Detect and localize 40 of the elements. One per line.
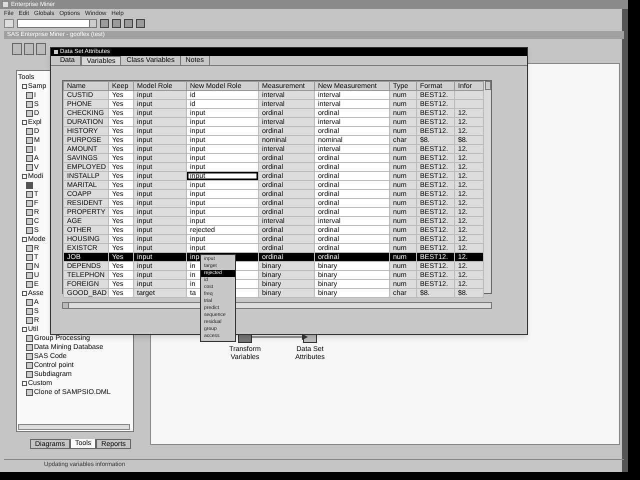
collapse-icon[interactable]	[22, 381, 27, 386]
collapse-icon[interactable]	[22, 291, 27, 296]
tool-icon[interactable]	[26, 146, 33, 153]
tool-icon[interactable]	[26, 254, 33, 261]
collapse-icon[interactable]	[22, 174, 27, 179]
tool-icon[interactable]	[26, 155, 33, 162]
tool-icon[interactable]	[26, 281, 33, 288]
tool-icon[interactable]	[26, 200, 33, 207]
command-field[interactable]	[17, 19, 97, 28]
tool-icon[interactable]	[26, 92, 33, 99]
horizontal-scrollbar[interactable]	[18, 424, 130, 430]
tool-icon[interactable]	[26, 164, 33, 171]
tool-icon[interactable]	[26, 335, 33, 342]
collapse-icon[interactable]	[22, 84, 27, 89]
tool-icon[interactable]	[26, 128, 33, 135]
app-icon	[3, 2, 8, 7]
tool-icon[interactable]	[26, 101, 33, 108]
scroll-button[interactable]	[485, 81, 491, 90]
tool-icon[interactable]	[26, 371, 33, 378]
tool-icon[interactable]	[26, 389, 33, 396]
tool-icon[interactable]	[26, 308, 33, 315]
tool-icon[interactable]	[26, 353, 33, 360]
tool-icon[interactable]	[26, 299, 33, 306]
tool-icon[interactable]	[26, 344, 33, 351]
tool-icon[interactable]	[26, 137, 33, 144]
collapse-icon[interactable]	[22, 327, 27, 332]
tool-icon[interactable]	[26, 317, 33, 324]
horizontal-scrollbar[interactable]	[62, 302, 492, 309]
tool-icon[interactable]	[26, 272, 33, 279]
tool-icon[interactable]	[26, 218, 33, 225]
tool-icon[interactable]	[26, 110, 33, 117]
collapse-icon[interactable]	[22, 120, 27, 125]
tool-icon[interactable]	[26, 209, 33, 216]
collapse-icon[interactable]	[22, 237, 27, 242]
dialog-icon	[54, 50, 58, 54]
tool-icon[interactable]	[26, 227, 33, 234]
tool-icon[interactable]	[26, 191, 33, 198]
tool-icon[interactable]	[26, 362, 33, 369]
tool-icon[interactable]	[26, 245, 33, 252]
tool-icon[interactable]	[26, 263, 33, 270]
